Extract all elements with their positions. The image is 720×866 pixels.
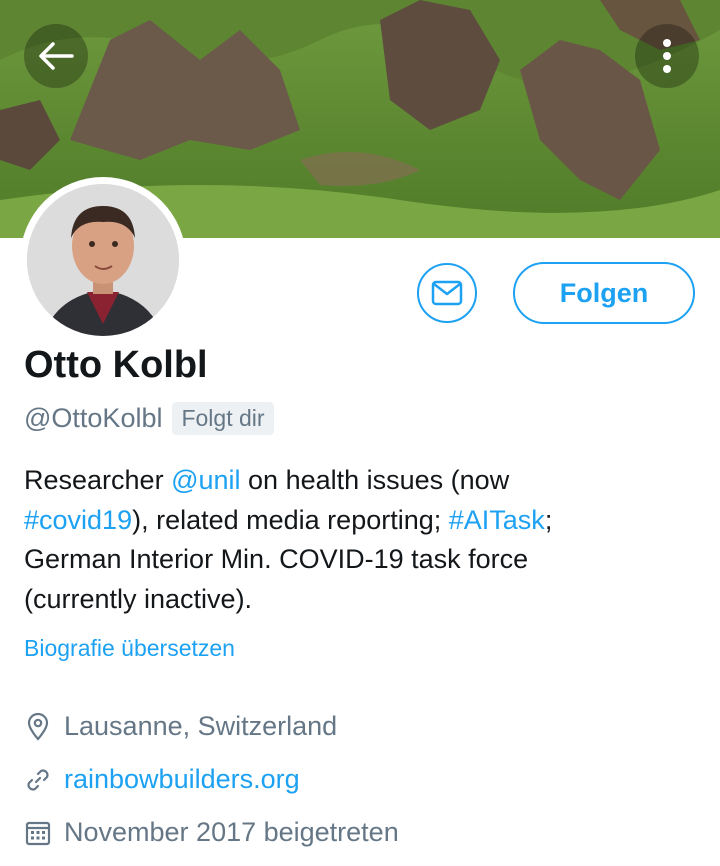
follow-button[interactable]: Folgen bbox=[513, 262, 695, 324]
follows-you-badge: Folgt dir bbox=[172, 402, 274, 435]
website-link[interactable]: rainbowbuilders.org bbox=[64, 764, 300, 795]
profile-handle: @OttoKolbl bbox=[24, 403, 163, 433]
envelope-icon bbox=[431, 280, 463, 306]
profile-name: Otto Kolbl bbox=[24, 344, 208, 386]
calendar-icon bbox=[24, 819, 52, 847]
location-pin-icon bbox=[24, 712, 52, 741]
bio-line-2: #covid19), related media reporting; #AIT… bbox=[24, 501, 704, 541]
arrow-left-icon bbox=[39, 42, 74, 70]
more-vertical-icon bbox=[663, 39, 671, 73]
hashtag-link-aitask[interactable]: #AITask bbox=[449, 505, 545, 535]
joined-text: November 2017 beigetreten bbox=[64, 817, 399, 847]
avatar[interactable] bbox=[20, 177, 186, 343]
avatar-photo bbox=[27, 184, 179, 336]
hashtag-link-covid19[interactable]: #covid19 bbox=[24, 505, 132, 535]
message-button[interactable] bbox=[417, 263, 477, 323]
mention-link-unil[interactable]: @unil bbox=[171, 465, 240, 495]
profile-bio: Researcher @unil on health issues (now #… bbox=[24, 461, 704, 619]
bio-text: Researcher bbox=[24, 465, 172, 495]
bio-line-1: Researcher @unil on health issues (now bbox=[24, 461, 704, 501]
website-row: rainbowbuilders.org bbox=[24, 764, 300, 795]
location-text: Lausanne, Switzerland bbox=[64, 711, 338, 741]
handle-row: @OttoKolbl Folgt dir bbox=[24, 402, 274, 435]
bio-text: ; bbox=[544, 504, 553, 535]
bio-text: ), related media reporting; bbox=[132, 504, 449, 535]
joined-row: November 2017 beigetreten bbox=[24, 817, 399, 848]
location-row: Lausanne, Switzerland bbox=[24, 711, 337, 742]
bio-line-4: (currently inactive). bbox=[24, 583, 253, 614]
back-button[interactable] bbox=[24, 24, 88, 88]
bio-line-3: German Interior Min. COVID-19 task force bbox=[24, 544, 529, 574]
bio-text: on health issues (now bbox=[240, 465, 510, 495]
link-icon bbox=[24, 766, 52, 794]
translate-bio-link[interactable]: Biografie übersetzen bbox=[24, 635, 235, 662]
more-options-button[interactable] bbox=[635, 24, 699, 88]
